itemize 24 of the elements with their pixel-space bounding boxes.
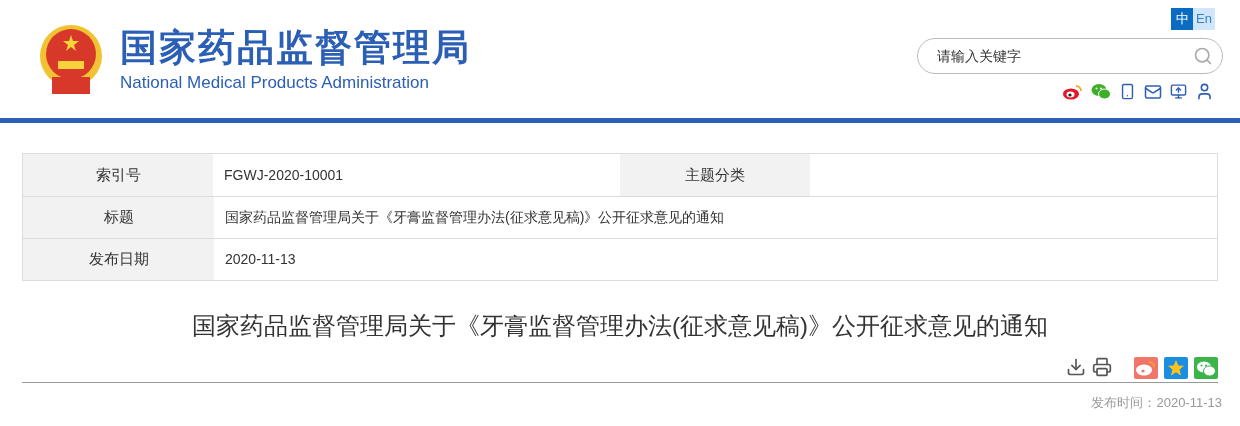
field-value: 2020-11-13: [225, 250, 296, 269]
monitor-icon[interactable]: [1170, 83, 1187, 100]
download-icon[interactable]: [1066, 357, 1086, 377]
user-icon[interactable]: [1195, 82, 1214, 101]
field-label: 标题: [23, 197, 214, 238]
field-label: 发布日期: [23, 239, 214, 280]
language-tab[interactable]: En: [1193, 8, 1215, 30]
agency-title: 国家药品监督管理局: [120, 26, 471, 70]
field-label: 主题分类: [620, 154, 811, 196]
wechat-icon[interactable]: [1091, 83, 1111, 100]
star-icon: [1167, 359, 1185, 377]
article-title: 国家药品监督管理局关于《牙膏监督管理办法(征求意见稿)》公开征求意见的通知: [191, 311, 1049, 341]
agency-subtitle: National Medical Products Administration: [120, 72, 430, 94]
publish-time: 发布时间：2020-11-13: [1091, 394, 1222, 412]
field-value: 国家药品监督管理局关于《牙膏监督管理办法(征求意见稿)》公开征求意见的通知: [225, 208, 725, 227]
search-field[interactable]: 请输入关键字: [917, 38, 1223, 74]
field-value: FGWJ-2020-10001: [224, 165, 344, 185]
weibo-icon[interactable]: [1063, 83, 1083, 100]
phone-icon[interactable]: [1119, 83, 1136, 100]
emblem-logo: [38, 25, 104, 95]
field-label: 索引号: [23, 154, 214, 196]
mail-icon[interactable]: [1144, 82, 1162, 101]
print-icon[interactable]: [1092, 357, 1112, 377]
language-tab[interactable]: 中: [1171, 8, 1193, 30]
